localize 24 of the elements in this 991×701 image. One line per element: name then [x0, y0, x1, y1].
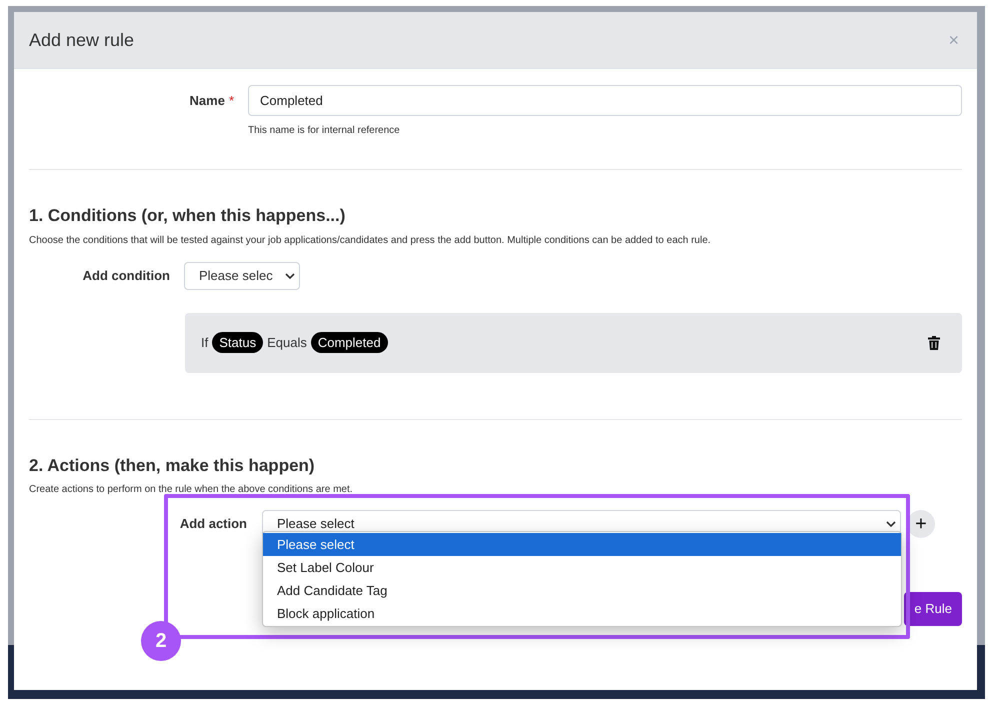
- field-hint: This name is for internal reference: [248, 124, 400, 138]
- condition-select[interactable]: Please selec: [184, 262, 300, 290]
- condition-text: If: [201, 334, 208, 352]
- condition-text: Equals: [267, 334, 307, 352]
- field-label: Add action: [180, 515, 247, 534]
- dropdown-option[interactable]: Block application: [263, 602, 901, 625]
- dropdown-option[interactable]: Please select: [263, 533, 901, 556]
- section-description: Create actions to perform on the rule when the above conditions are met.: [29, 483, 353, 497]
- trash-icon[interactable]: [928, 336, 940, 350]
- section-heading: 2. Actions (then, make this happen): [29, 454, 316, 476]
- condition-tag: Status: [212, 332, 264, 354]
- name-input[interactable]: Completed: [248, 85, 962, 116]
- chevron-down-icon: [285, 272, 295, 280]
- dropdown-option[interactable]: Set Label Colour: [263, 556, 901, 579]
- save-button[interactable]: e Rule: [904, 592, 962, 626]
- field-label: Add condition: [82, 266, 170, 285]
- dialog-title: Add new rule: [29, 28, 134, 52]
- condition-tag: Completed: [310, 332, 388, 354]
- required-mark: *: [228, 92, 234, 110]
- section-description: Choose the conditions that will be tested against your job applications/candidates and press the add button. Multiple conditions can be added to each rule.: [29, 234, 711, 248]
- field-label: Name: [190, 92, 225, 110]
- section-heading: 1. Conditions (or, when this happens...): [29, 205, 346, 227]
- chevron-down-icon: [886, 520, 896, 528]
- dropdown-option[interactable]: Add Candidate Tag: [263, 579, 901, 602]
